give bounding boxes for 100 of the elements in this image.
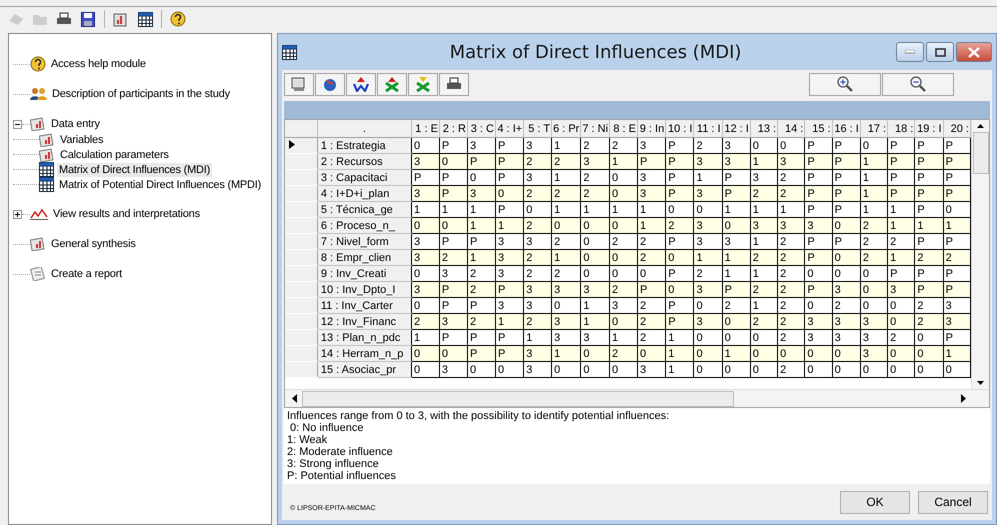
column-header[interactable]: 11 : I [694,120,722,138]
table-cell[interactable]: 0 [778,138,805,154]
table-cell[interactable]: 3 [495,266,524,282]
table-cell[interactable]: 3 [860,346,888,362]
table-cell[interactable]: P [914,138,944,154]
table-cell[interactable]: 1 [610,330,638,346]
table-cell[interactable]: 1 [610,202,638,218]
column-header[interactable]: 6 : Pr [552,120,581,138]
tree-item[interactable]: General synthesis [49,237,138,251]
toolbar-button[interactable] [439,72,469,96]
table-cell[interactable]: 0 [610,250,638,266]
table-cell[interactable]: 3 [778,218,805,234]
table-cell[interactable]: 2 [439,250,468,266]
table-cell[interactable]: 1 [722,202,750,218]
table-cell[interactable]: 0 [832,266,860,282]
table-cell[interactable]: 3 [580,330,610,346]
column-header[interactable]: 3 : C [467,120,496,138]
table-cell[interactable]: P [804,202,832,218]
table-cell[interactable]: 0 [552,362,581,378]
table-cell[interactable]: 0 [666,202,694,218]
table-cell[interactable]: P [832,170,860,186]
table-cell[interactable]: P [467,346,496,362]
table-cell[interactable]: 0 [832,218,860,234]
table-cell[interactable]: 2 [610,138,638,154]
table-cell[interactable]: 1 [524,330,552,346]
table-cell[interactable]: 1 [637,202,666,218]
table-cell[interactable]: 0 [832,362,860,378]
table-cell[interactable]: 1 [750,266,778,282]
table-cell[interactable]: 0 [580,250,610,266]
table-cell[interactable]: 0 [888,314,915,330]
table-cell[interactable]: P [888,266,915,282]
tree-item[interactable]: Calculation parameters [58,148,171,162]
table-cell[interactable]: 2 [778,170,805,186]
table-cell[interactable]: 0 [832,346,860,362]
table-cell[interactable]: P [943,138,970,154]
column-header[interactable]: 5 : T [524,120,552,138]
table-cell[interactable]: 0 [552,298,581,314]
table-cell[interactable]: 1 [722,346,750,362]
table-cell[interactable]: 3 [888,282,915,298]
table-cell[interactable]: 0 [552,218,581,234]
table-cell[interactable]: 1 [943,218,970,234]
table-cell[interactable]: 3 [860,314,888,330]
table-cell[interactable]: 3 [495,234,524,250]
expand-toggle[interactable] [13,210,22,218]
table-cell[interactable]: 0 [722,362,750,378]
table-cell[interactable]: 0 [804,346,832,362]
table-cell[interactable]: P [666,314,694,330]
table-cell[interactable]: 3 [439,266,468,282]
table-cell[interactable]: 3 [943,298,970,314]
cancel-button[interactable]: Cancel [918,490,988,514]
table-cell[interactable]: 0 [637,266,666,282]
table-cell[interactable]: 1 [694,250,722,266]
table-cell[interactable]: P [666,170,694,186]
table-cell[interactable]: P [832,234,860,250]
table-cell[interactable]: 0 [888,362,915,378]
table-cell[interactable]: 0 [804,298,832,314]
table-cell[interactable]: 1 [552,202,581,218]
table-cell[interactable]: 2 [666,218,694,234]
table-cell[interactable]: 2 [524,266,552,282]
table-cell[interactable]: 1 [495,314,524,330]
table-cell[interactable]: 3 [524,282,552,298]
table-cell[interactable]: 0 [694,202,722,218]
table-cell[interactable]: P [467,234,496,250]
table-cell[interactable]: 1 [750,154,778,170]
table-cell[interactable]: P [722,282,750,298]
table-cell[interactable]: P [666,138,694,154]
table-cell[interactable]: 0 [411,266,440,282]
table-cell[interactable]: P [804,170,832,186]
table-cell[interactable]: P [439,138,468,154]
column-header[interactable]: 14 : [778,120,805,138]
table-cell[interactable]: 0 [411,346,440,362]
table-cell[interactable]: 3 [637,186,666,202]
table-cell[interactable]: 0 [580,346,610,362]
table-cell[interactable]: 2 [778,250,805,266]
table-cell[interactable]: P [804,138,832,154]
table-cell[interactable]: 2 [637,250,666,266]
table-cell[interactable]: P [722,170,750,186]
table-cell[interactable]: P [943,186,970,202]
table-cell[interactable]: 0 [610,170,638,186]
table-cell[interactable]: 3 [804,218,832,234]
table-cell[interactable]: P [666,186,694,202]
table-cell[interactable]: P [943,234,970,250]
table-cell[interactable]: 3 [411,186,440,202]
column-header[interactable]: 13 : [750,120,778,138]
table-cell[interactable]: 3 [694,234,722,250]
table-cell[interactable]: 0 [495,362,524,378]
tree-item[interactable]: Variables [58,132,106,146]
table-cell[interactable]: 2 [610,234,638,250]
table-cell[interactable]: 2 [610,346,638,362]
table-cell[interactable]: 0 [914,362,944,378]
table-cell[interactable]: 2 [943,250,970,266]
table-cell[interactable]: 3 [467,138,496,154]
table-cell[interactable]: 1 [914,218,944,234]
table-cell[interactable]: 0 [860,138,888,154]
table-cell[interactable]: 1 [666,362,694,378]
table-cell[interactable]: 0 [411,362,440,378]
table-cell[interactable]: 0 [860,282,888,298]
table-cell[interactable]: P [495,138,524,154]
table-cell[interactable]: P [943,170,970,186]
table-cell[interactable]: 3 [495,250,524,266]
